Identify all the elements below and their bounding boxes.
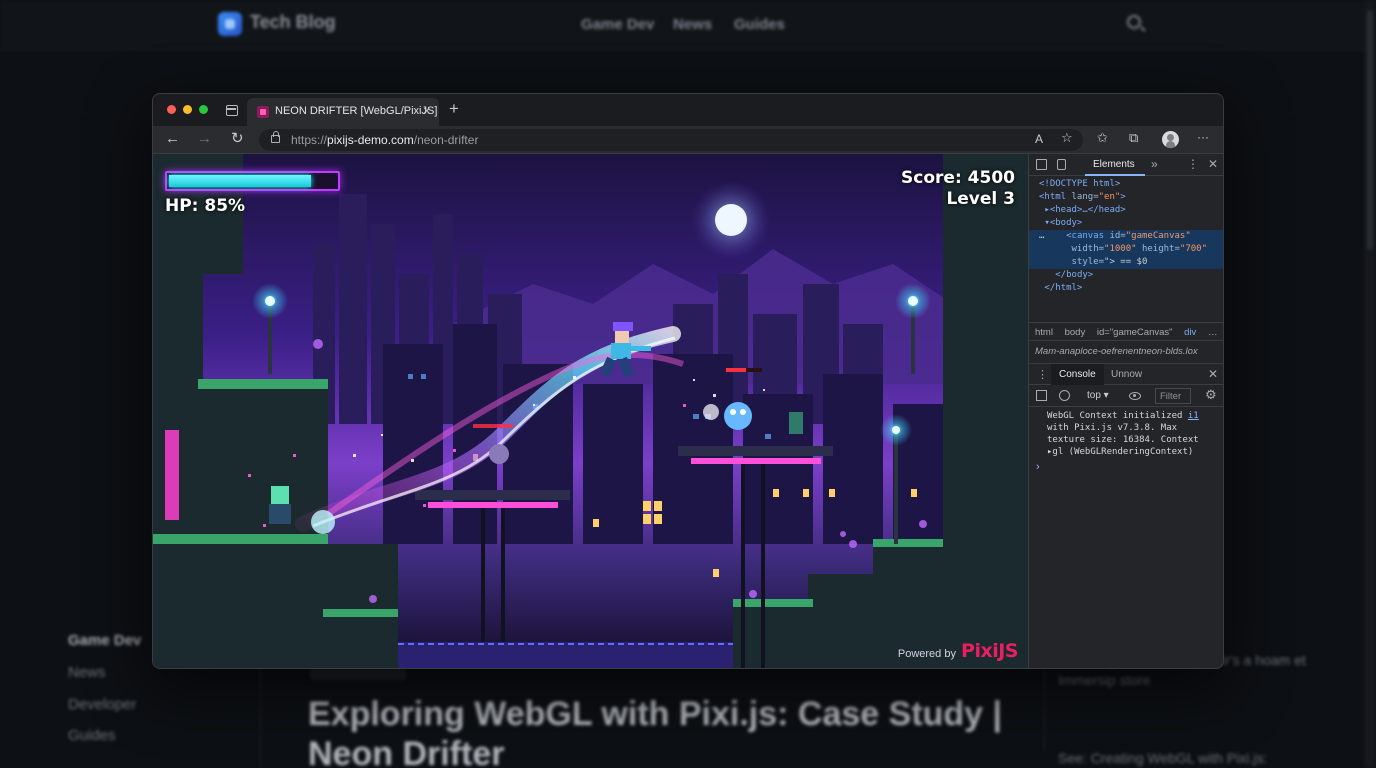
site-nav-guides[interactable]: Guides bbox=[734, 16, 785, 33]
dom-line-body[interactable]: ▾<body> bbox=[1029, 217, 1223, 230]
devtools-close-icon[interactable]: ✕ bbox=[1208, 157, 1218, 171]
console-settings-gear-icon[interactable]: ⚙ bbox=[1205, 387, 1217, 403]
browser-toolbar: ← → ↻ https://pixijs-demo.com/neon-drift… bbox=[153, 126, 1223, 154]
reload-button[interactable]: ↻ bbox=[231, 130, 244, 148]
lock-icon[interactable] bbox=[271, 131, 280, 143]
dom-line-canvas-style[interactable]: style="> == $0 bbox=[1029, 256, 1223, 269]
breadcrumb-html[interactable]: html bbox=[1035, 327, 1053, 338]
score-label: Score: 4500 bbox=[901, 168, 1015, 188]
pixijs-logo: PixiJS bbox=[961, 640, 1018, 662]
browser-window: NEON DRIFTER [WebGL/PixiJS] × + ← → ↻ ht… bbox=[152, 93, 1224, 669]
styles-source-line: Mam-anaploce-oefrenentneon-blds.lox bbox=[1035, 346, 1198, 357]
context-selector[interactable]: top ▾ bbox=[1087, 390, 1109, 401]
read-aloud-icon[interactable]: A bbox=[1035, 132, 1043, 146]
devtools-tab-bar: Elements » ⋮ ✕ bbox=[1029, 154, 1223, 176]
breadcrumb-canvas[interactable]: id="gameCanvas" bbox=[1097, 327, 1173, 338]
console-toolbar: top ▾ Filter ⚙ bbox=[1029, 385, 1223, 407]
site-logo-icon[interactable] bbox=[218, 12, 242, 36]
forward-button[interactable]: → bbox=[197, 130, 212, 148]
tab-bar: NEON DRIFTER [WebGL/PixiJS] × + bbox=[153, 94, 1223, 126]
clear-console-icon[interactable] bbox=[1059, 390, 1070, 401]
console-prompt[interactable]: › bbox=[1036, 461, 1040, 473]
address-bar[interactable]: https://pixijs-demo.com/neon-drifter bbox=[259, 129, 1083, 151]
site-nav-news[interactable]: News bbox=[673, 16, 712, 33]
back-button[interactable]: ← bbox=[165, 130, 180, 148]
close-window-button[interactable] bbox=[167, 105, 176, 114]
log-source-link[interactable]: i1 bbox=[1188, 411, 1199, 421]
site-brand[interactable]: Tech Blog bbox=[250, 12, 336, 33]
browser-menu-icon[interactable]: ··· bbox=[1197, 130, 1209, 144]
favorite-star-icon[interactable]: ☆ bbox=[1061, 130, 1073, 146]
hp-bar bbox=[165, 171, 340, 191]
site-search-icon[interactable] bbox=[1127, 15, 1141, 29]
more-tabs-icon[interactable]: » bbox=[1151, 157, 1158, 171]
hp-bar-fill bbox=[169, 175, 311, 187]
new-tab-button[interactable]: + bbox=[449, 99, 459, 119]
drawer-tab-bar: ⋮ Console Unnow ✕ bbox=[1029, 363, 1223, 385]
tab-title: NEON DRIFTER [WebGL/PixiJS] bbox=[275, 105, 438, 117]
pixijs-favicon-icon bbox=[257, 106, 269, 118]
tab-drawer-other[interactable]: Unnow bbox=[1111, 369, 1142, 380]
dom-line-doctype[interactable]: <!DOCTYPE html> bbox=[1029, 178, 1223, 191]
minimize-window-button[interactable] bbox=[183, 105, 192, 114]
dom-line-canvas-size[interactable]: width="1000" height="700" bbox=[1029, 243, 1223, 256]
collections-icon[interactable]: ⧉ bbox=[1129, 130, 1138, 146]
breadcrumb-more[interactable]: … bbox=[1208, 327, 1218, 338]
enemy-small bbox=[789, 412, 803, 434]
level-label: Level 3 bbox=[946, 189, 1015, 209]
sidebar-item-news[interactable]: News bbox=[68, 664, 106, 681]
page-scrollbar[interactable] bbox=[1364, 0, 1376, 768]
game-canvas[interactable]: HP: 85% Score: 4500 Level 3 Powered by P… bbox=[153, 154, 1028, 668]
tab-console[interactable]: Console bbox=[1051, 364, 1104, 385]
drawer-close-icon[interactable]: ✕ bbox=[1208, 367, 1218, 381]
console-filter-input[interactable]: Filter bbox=[1155, 388, 1191, 404]
sidebar-item-game-dev[interactable]: Game Dev bbox=[68, 632, 141, 649]
dom-line-head[interactable]: ▸<head>…</head> bbox=[1029, 204, 1223, 217]
dom-tree: <!DOCTYPE html> <html lang="en"> ▸<head>… bbox=[1029, 178, 1223, 295]
maximize-window-button[interactable] bbox=[199, 105, 208, 114]
powered-by-text: Powered by bbox=[897, 648, 956, 660]
score-panel: Score: 4500 Level 3 bbox=[901, 168, 1015, 210]
powered-by-badge[interactable]: Powered by PixiJS bbox=[897, 640, 1019, 662]
url-text[interactable]: https://pixijs-demo.com/neon-drifter bbox=[291, 133, 478, 147]
console-sidebar-icon[interactable] bbox=[1036, 390, 1047, 401]
device-toolbar-icon[interactable] bbox=[1057, 159, 1066, 170]
hp-label: HP: 85% bbox=[165, 196, 246, 216]
related-article-2[interactable]: See: Creating WebGL with Pixi.js: bbox=[1058, 748, 1308, 768]
tab-neon-drifter[interactable]: NEON DRIFTER [WebGL/PixiJS] × bbox=[247, 98, 439, 126]
enemy-drone bbox=[489, 444, 509, 464]
tab-elements[interactable]: Elements bbox=[1085, 154, 1145, 176]
site-nav-game-dev[interactable]: Game Dev bbox=[581, 16, 654, 33]
dom-breadcrumb: html body id="gameCanvas" div … bbox=[1029, 322, 1223, 341]
inspect-element-icon[interactable] bbox=[1036, 159, 1047, 170]
dom-line-html[interactable]: <html lang="en"> bbox=[1029, 191, 1223, 204]
sidebar-item-developer[interactable]: Developer bbox=[68, 696, 136, 713]
breadcrumb-div[interactable]: div bbox=[1184, 327, 1196, 338]
live-expression-eye-icon[interactable] bbox=[1129, 392, 1141, 400]
tab-actions-icon[interactable] bbox=[226, 105, 238, 116]
dom-line-body-close[interactable]: </body> bbox=[1029, 269, 1223, 282]
dom-line-html-close[interactable]: </html> bbox=[1029, 282, 1223, 295]
breadcrumb-body[interactable]: body bbox=[1065, 327, 1086, 338]
profile-avatar[interactable] bbox=[1162, 131, 1179, 148]
tab-close-icon[interactable]: × bbox=[423, 103, 431, 118]
drawer-menu-icon[interactable]: ⋮ bbox=[1037, 368, 1048, 381]
favorites-icon[interactable]: ✩ bbox=[1097, 130, 1108, 146]
game-scene bbox=[153, 154, 1028, 668]
devtools-panel: Elements » ⋮ ✕ <!DOCTYPE html> <html lan… bbox=[1028, 154, 1223, 668]
console-log-message: WebGL Context initialized i1 with Pixi.j… bbox=[1047, 411, 1199, 457]
sidebar-item-guides[interactable]: Guides bbox=[68, 727, 116, 744]
dom-line-canvas[interactable]: … <canvas id="gameCanvas" bbox=[1029, 230, 1223, 243]
article-title: Exploring WebGL with Pixi.js: Case Study… bbox=[308, 695, 1003, 768]
devtools-menu-icon[interactable]: ⋮ bbox=[1187, 157, 1199, 171]
